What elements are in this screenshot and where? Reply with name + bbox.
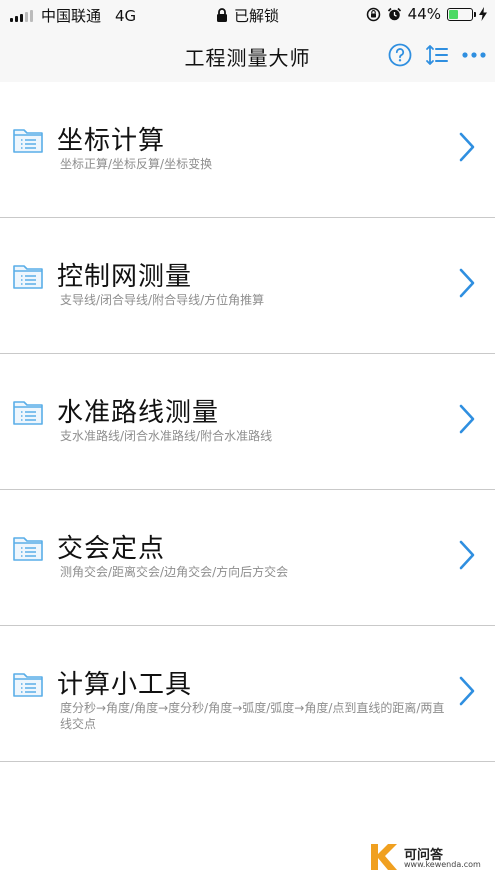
folder-list-icon xyxy=(13,673,43,697)
menu-item-title: 水准路线测量 xyxy=(57,398,220,428)
menu-item-subtitle: 支水准路线/闭合水准路线/附合水准路线 xyxy=(60,429,273,443)
site-watermark: 可问答 www.kewenda.com xyxy=(368,842,488,874)
menu-item-title: 计算小工具 xyxy=(57,670,193,700)
signal-strength-icon xyxy=(10,9,33,22)
lock-status-label: 已解锁 xyxy=(233,7,279,25)
chevron-right-icon xyxy=(459,268,475,298)
chevron-right-icon xyxy=(459,132,475,162)
alarm-clock-icon xyxy=(387,7,401,20)
page-title: 工程测量大师 xyxy=(184,46,311,70)
menu-item-control-network[interactable]: 控制网测量 支导线/闭合导线/附合导线/方位角推算 xyxy=(0,218,495,354)
folder-list-icon xyxy=(13,265,43,289)
lock-icon xyxy=(216,8,227,22)
folder-list-icon xyxy=(13,129,43,153)
menu-item-intersection[interactable]: 交会定点 测角交会/距离交会/边角交会/方向后方交会 xyxy=(0,490,495,626)
watermark-logo-icon xyxy=(371,844,397,870)
chevron-right-icon xyxy=(459,676,475,706)
battery-level-fill xyxy=(449,9,458,19)
help-icon[interactable] xyxy=(388,43,412,67)
status-bar: 中国联通 4G 已解锁 44% xyxy=(0,0,495,30)
charging-bolt-icon xyxy=(479,7,487,21)
menu-item-calc-tools[interactable]: 计算小工具 度分秒→角度/角度→度分秒/角度→弧度/弧度→角度/点到直线的距离/… xyxy=(0,626,495,762)
watermark-url: www.kewenda.com xyxy=(404,860,481,869)
sort-list-icon[interactable] xyxy=(425,43,449,67)
carrier-label: 中国联通 xyxy=(41,7,102,25)
menu-item-leveling-route[interactable]: 水准路线测量 支水准路线/闭合水准路线/附合水准路线 xyxy=(0,354,495,490)
menu-item-title: 控制网测量 xyxy=(57,262,193,292)
chevron-right-icon xyxy=(459,404,475,434)
orientation-lock-icon xyxy=(366,7,380,21)
menu-item-title: 坐标计算 xyxy=(57,126,166,156)
menu-item-title: 交会定点 xyxy=(57,534,166,564)
menu-item-subtitle: 度分秒→角度/角度→度分秒/角度→弧度/弧度→角度/点到直线的距离/两直线交点 xyxy=(60,701,445,731)
status-left: 中国联通 4G xyxy=(10,5,136,26)
network-label: 4G xyxy=(115,6,137,25)
menu-item-subtitle: 支导线/闭合导线/附合导线/方位角推算 xyxy=(60,293,265,307)
folder-list-icon xyxy=(13,537,43,561)
menu-item-subtitle: 坐标正算/坐标反算/坐标变换 xyxy=(60,157,213,171)
more-ellipsis-icon[interactable] xyxy=(461,43,487,67)
battery-percent-label: 44% xyxy=(407,5,441,23)
tool-menu-list: 坐标计算 坐标正算/坐标反算/坐标变换 控制网测量 支导线/闭合导线/附合导线/… xyxy=(0,82,495,762)
status-right: 44% xyxy=(366,5,487,23)
folder-list-icon xyxy=(13,401,43,425)
menu-item-subtitle: 测角交会/距离交会/边角交会/方向后方交会 xyxy=(60,565,289,579)
battery-icon xyxy=(447,7,476,21)
chevron-right-icon xyxy=(459,540,475,570)
navigation-bar: 工程测量大师 xyxy=(0,30,495,82)
menu-item-coordinate-calc[interactable]: 坐标计算 坐标正算/坐标反算/坐标变换 xyxy=(0,82,495,218)
